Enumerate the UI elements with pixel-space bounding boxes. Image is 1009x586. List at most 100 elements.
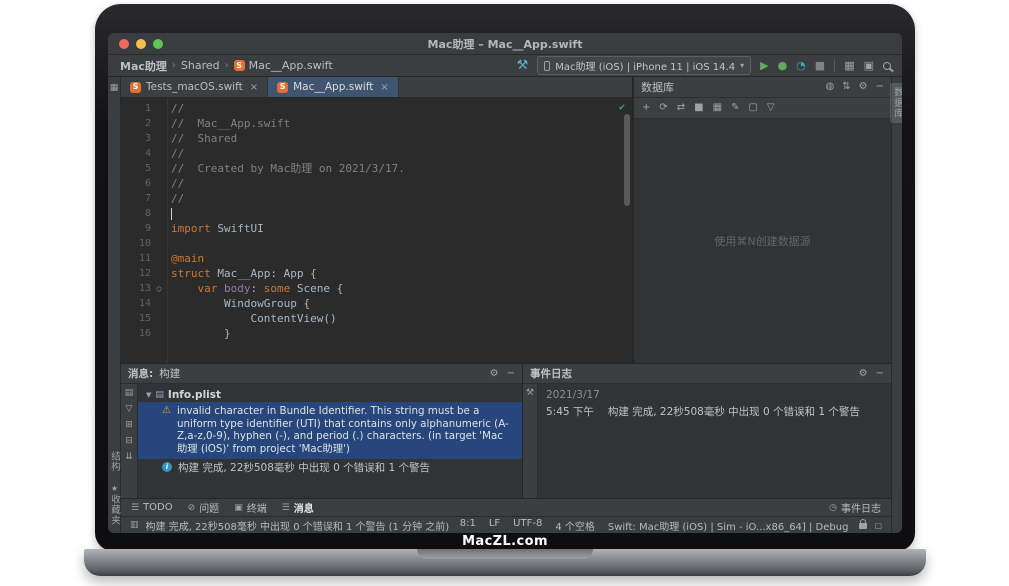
toolwindow-button-todo[interactable]: ☰TODO	[131, 502, 173, 513]
database-toolbar: + ⟳ ⇄ ■ ▦ ✎ ▢ ▽	[634, 98, 891, 119]
gutter-space	[151, 191, 167, 206]
database-panel-header: 数据库 ◍⇅⚙−	[634, 77, 891, 98]
code-line: 11@main	[121, 251, 632, 266]
gutter-space	[151, 296, 167, 311]
minimize-icon[interactable]: −	[876, 369, 884, 379]
laptop-base-notch	[417, 549, 593, 559]
text-caret	[171, 208, 172, 220]
event-log-header-icons: ⚙−	[859, 369, 884, 379]
stop-icon[interactable]: ■	[815, 60, 825, 71]
status-item-2[interactable]: UTF-8	[513, 518, 542, 533]
edit-icon[interactable]: ✎	[731, 103, 739, 113]
table-icon[interactable]: ▦	[713, 103, 722, 113]
messages-scope-tab[interactable]: 构建	[159, 366, 180, 381]
build-info-row[interactable]: i 构建 完成, 22秒508毫秒 中出现 0 个错误和 1 个警告	[138, 459, 522, 475]
code-editor[interactable]: 1//2// Mac__App.swift3// Shared4//5// Cr…	[121, 98, 632, 363]
editor-scrollbar[interactable]	[624, 114, 630, 206]
database-toolwindow-button[interactable]: 数据库	[890, 83, 902, 123]
gear-icon[interactable]: ⚙	[490, 369, 499, 379]
sync-icon[interactable]: ⇄	[677, 103, 685, 113]
toolwindow-left: ☰TODO ⊘问题 ▣终端 ☰消息	[131, 500, 314, 515]
stop-icon[interactable]: ■	[694, 103, 703, 113]
toolwindow-button-favorites[interactable]: ★收藏夹	[108, 484, 121, 526]
search-icon[interactable]	[883, 62, 891, 70]
refresh-icon[interactable]: ⟳	[659, 103, 667, 113]
build-info-text: 构建 完成, 22秒508毫秒 中出现 0 个错误和 1 个警告	[178, 460, 430, 475]
web-icon[interactable]: ◍	[826, 82, 835, 92]
breadcrumb-item-0[interactable]: Mac助理	[120, 58, 167, 74]
add-data-source-icon[interactable]: +	[642, 103, 650, 113]
toolwindow-button-messages[interactable]: ☰消息	[282, 500, 314, 515]
minimize-icon[interactable]: −	[507, 369, 515, 379]
status-item-3[interactable]: 4 个空格	[555, 518, 595, 533]
filter-icon[interactable]: ▽	[767, 103, 775, 113]
build-warning-row[interactable]: ⚠ invalid character in Bundle Identifier…	[138, 402, 522, 459]
code-line: 13○ var body: some Scene {	[121, 281, 632, 296]
gutter-space	[151, 161, 167, 176]
status-item-1[interactable]: LF	[489, 518, 500, 533]
editor-tab-label: Tests_macOS.swift	[146, 81, 243, 93]
status-message: 构建 完成, 22秒508毫秒 中出现 0 个错误和 1 个警告 (1 分钟 之…	[146, 518, 450, 533]
filter-icon[interactable]: ▽	[126, 405, 133, 414]
profile-icon[interactable]: ◔	[796, 60, 806, 71]
editor-tab[interactable]: SMac__App.swift×	[268, 77, 399, 97]
editor-mode-icon[interactable]: ▣	[864, 60, 874, 71]
minimize-icon[interactable]: −	[876, 82, 884, 92]
chevron-down-icon[interactable]: ▼	[146, 391, 151, 399]
close-tab-icon[interactable]: ×	[380, 82, 388, 93]
code-line: 6//	[121, 176, 632, 191]
layout-icon[interactable]: ▦	[844, 60, 854, 71]
project-toolwindow-button[interactable]: ▦	[110, 83, 119, 93]
laptop-frame: Mac助理 – Mac__App.swift Mac助理›Shared›SMac…	[95, 4, 915, 551]
messages-panel: 消息: 构建 ⚙− ▤▽⊞⊟⇊ ▼ ▤ Info.plist	[121, 364, 523, 498]
override-gutter-icon[interactable]: ○	[151, 281, 167, 296]
database-empty-text: 使用⌘N创建数据源	[714, 233, 810, 249]
window-titlebar: Mac助理 – Mac__App.swift	[108, 33, 902, 55]
close-tab-icon[interactable]: ×	[250, 82, 258, 93]
database-empty-area: 使用⌘N创建数据源	[634, 119, 891, 363]
minimize-window-button[interactable]	[136, 39, 146, 49]
info-icon: i	[162, 462, 172, 472]
scroll-to-end-icon[interactable]: ⇊	[125, 453, 133, 462]
tree-node-infoplist[interactable]: ▼ ▤ Info.plist	[138, 387, 522, 402]
softwrap-icon[interactable]: ▤	[125, 389, 134, 398]
wrench-icon[interactable]: ⚒	[526, 389, 534, 398]
debug-icon[interactable]: ●	[778, 60, 788, 71]
build-hammer-icon[interactable]: ⚒	[517, 59, 529, 72]
status-item-0[interactable]: 8:1	[460, 518, 476, 533]
code-line: 3// Shared	[121, 131, 632, 146]
event-log-time: 5:45 下午	[546, 404, 594, 419]
background-tasks-icon[interactable]: ▥	[130, 520, 139, 530]
breadcrumb-item-1[interactable]: Shared	[181, 59, 220, 72]
event-log-toolwindow-button[interactable]: ◷ 事件日志	[829, 500, 881, 515]
gutter-space	[151, 116, 167, 131]
expand-all-icon[interactable]: ⊞	[125, 421, 133, 430]
run-configuration-label: Mac助理 (iOS) | iPhone 11 | iOS 14.4	[555, 58, 735, 73]
status-item-4[interactable]: Swift: Mac助理 (iOS) | Sim - iO...x86_64] …	[608, 518, 849, 533]
gear-icon[interactable]: ⚙	[859, 369, 868, 379]
line-number: 1	[121, 101, 151, 116]
messages-header-icons: ⚙−	[490, 369, 515, 379]
breadcrumb-item-2[interactable]: SMac__App.swift	[234, 59, 333, 72]
laptop-brand: MacZL.com	[95, 534, 915, 549]
editor-tab[interactable]: STests_macOS.swift×	[121, 77, 268, 97]
toolwindow-button-structure[interactable]: 结构	[108, 451, 121, 472]
close-window-button[interactable]	[119, 39, 129, 49]
zoom-window-button[interactable]	[153, 39, 163, 49]
sort-icon[interactable]: ⇅	[842, 82, 850, 92]
lock-icon[interactable]	[859, 523, 867, 529]
code-line: 12struct Mac__App: App {	[121, 266, 632, 281]
run-icon[interactable]: ▶	[760, 60, 768, 71]
collapse-all-icon[interactable]: ⊟	[125, 437, 133, 446]
run-configuration-selector[interactable]: Mac助理 (iOS) | iPhone 11 | iOS 14.4 ▾	[537, 56, 751, 75]
todo-icon: ☰	[131, 503, 139, 513]
console-icon[interactable]: ▢	[748, 103, 757, 113]
gutter-space	[151, 311, 167, 326]
event-log-button-label: 事件日志	[841, 500, 881, 515]
toolwindow-button-terminal[interactable]: ▣终端	[234, 500, 267, 515]
inspections-ok-icon: ✔	[619, 102, 625, 113]
event-log-entry: 5:45 下午 构建 完成, 22秒508毫秒 中出现 0 个错误和 1 个警告	[546, 404, 883, 419]
code-lines: 1//2// Mac__App.swift3// Shared4//5// Cr…	[121, 101, 632, 341]
gear-icon[interactable]: ⚙	[859, 82, 868, 92]
toolwindow-button-problems[interactable]: ⊘问题	[188, 500, 220, 515]
